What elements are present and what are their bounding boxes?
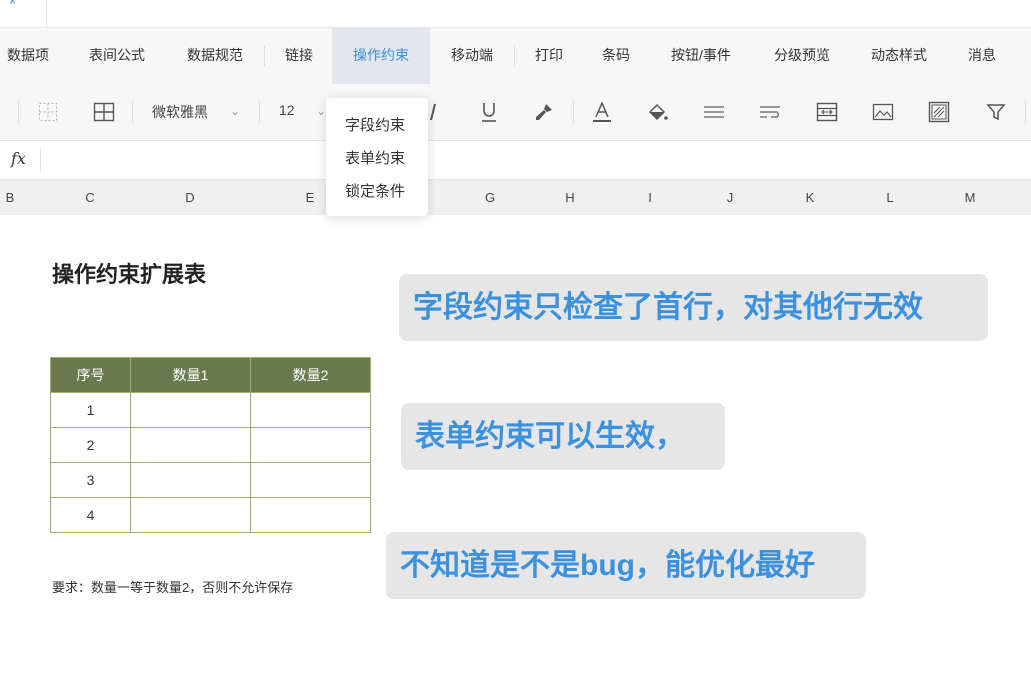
menu-item-dynamic-style[interactable]: 动态样式	[866, 28, 932, 84]
callout-bug-question: 不知道是不是bug，能优化最好	[386, 532, 866, 599]
table-header-row: 序号 数量1 数量2	[50, 357, 371, 393]
chevron-down-icon[interactable]: ⌄	[230, 104, 240, 118]
tab-strip: ×	[0, 0, 1031, 28]
format-painter-icon[interactable]	[533, 84, 555, 140]
table-cell[interactable]	[130, 392, 251, 428]
callout-text: 字段约束只检查了首行，对其他行无效	[413, 290, 923, 324]
table-cell[interactable]: 3	[50, 462, 131, 498]
table-cell[interactable]: 1	[50, 392, 131, 428]
table-cell[interactable]	[250, 427, 371, 463]
menu-divider	[514, 46, 515, 66]
column-header[interactable]: I	[640, 180, 660, 215]
column-header[interactable]: K	[800, 180, 820, 215]
column-header[interactable]: G	[480, 180, 500, 215]
font-color-icon[interactable]	[591, 84, 613, 140]
font-size-select[interactable]: 12	[279, 102, 295, 118]
table-cell[interactable]	[130, 462, 251, 498]
callout-field-constraint: 字段约束只检查了首行，对其他行无效	[399, 274, 988, 341]
frame-icon[interactable]	[927, 84, 951, 140]
menu-item-button-event[interactable]: 按钮/事件	[666, 28, 736, 84]
column-header-row: B C D E G H I J K L M	[0, 180, 1031, 215]
toolbar-divider	[259, 101, 260, 123]
column-header[interactable]: E	[300, 180, 320, 215]
merge-cells-icon[interactable]	[815, 84, 839, 140]
table-cell[interactable]	[250, 392, 371, 428]
menu-divider	[264, 46, 265, 66]
fill-color-icon[interactable]	[646, 84, 670, 140]
table-cell[interactable]	[250, 497, 371, 533]
table-header-cell[interactable]: 序号	[50, 357, 131, 393]
table-cell[interactable]	[130, 427, 251, 463]
table-row: 4	[50, 497, 371, 533]
dropdown-item-lock-condition[interactable]: 锁定条件	[345, 180, 405, 201]
table-row: 1	[50, 392, 371, 428]
chevron-down-icon[interactable]: ⌄	[316, 104, 326, 118]
toolbar-divider	[1025, 101, 1026, 123]
formula-divider	[40, 149, 41, 171]
menu-item-barcode[interactable]: 条码	[598, 28, 634, 84]
dropdown-item-form-constraint[interactable]: 表单约束	[345, 147, 405, 168]
operation-constraint-dropdown: 字段约束 表单约束 锁定条件	[326, 98, 428, 216]
close-icon[interactable]: ×	[9, 0, 16, 8]
column-header[interactable]: M	[960, 180, 980, 215]
column-header[interactable]: J	[720, 180, 740, 215]
callout-form-constraint: 表单约束可以生效，	[401, 403, 725, 470]
table-cell[interactable]: 2	[50, 427, 131, 463]
toolbar-divider	[18, 101, 19, 123]
table-grid-icon[interactable]	[92, 84, 116, 140]
cell-border-icon[interactable]	[36, 84, 60, 140]
filter-icon[interactable]	[984, 84, 1008, 140]
menu-item-operation-constraint[interactable]: 操作约束	[332, 28, 430, 84]
image-icon[interactable]	[871, 84, 895, 140]
menu-item-message[interactable]: 消息	[964, 28, 1000, 84]
requirement-note: 要求：数量一等于数量2，否则不允许保存	[52, 580, 294, 595]
constraint-table: 序号 数量1 数量2 1 2 3 4	[50, 357, 371, 533]
column-header[interactable]: C	[80, 180, 100, 215]
callout-text: 不知道是不是bug，能优化最好	[400, 548, 815, 582]
sheet-title: 操作约束扩展表	[52, 262, 207, 287]
formula-bar: fx	[0, 141, 1031, 180]
dropdown-item-field-constraint[interactable]: 字段约束	[345, 114, 405, 135]
column-header[interactable]: L	[880, 180, 900, 215]
toolbar-divider	[132, 101, 133, 123]
table-cell[interactable]	[130, 497, 251, 533]
table-header-cell[interactable]: 数量1	[130, 357, 251, 393]
align-icon[interactable]	[702, 84, 726, 140]
font-family-select[interactable]: 微软雅黑	[152, 102, 208, 122]
document-tab[interactable]: ×	[0, 0, 47, 27]
column-header[interactable]: B	[0, 180, 20, 215]
table-row: 3	[50, 462, 371, 498]
callout-text: 表单约束可以生效，	[415, 419, 685, 453]
underline-icon[interactable]	[478, 84, 500, 140]
fx-icon: fx	[11, 149, 26, 168]
menu-item-cross-table-formula[interactable]: 表间公式	[84, 28, 150, 84]
column-header[interactable]: H	[560, 180, 580, 215]
menu-item-data-rules[interactable]: 数据规范	[182, 28, 248, 84]
menu-item-data-items[interactable]: 数据项	[0, 28, 56, 84]
table-cell[interactable]	[250, 462, 371, 498]
table-header-cell[interactable]: 数量2	[250, 357, 371, 393]
toolbar: 微软雅黑 ⌄ 12 ⌄	[0, 84, 1031, 141]
table-cell[interactable]: 4	[50, 497, 131, 533]
menu-bar: 数据项 表间公式 数据规范 链接 操作约束 移动端 打印 条码 按钮/事件 分级…	[0, 28, 1031, 84]
menu-item-print[interactable]: 打印	[531, 28, 567, 84]
toolbar-divider	[573, 101, 574, 123]
column-header[interactable]: D	[180, 180, 200, 215]
menu-item-link[interactable]: 链接	[280, 28, 318, 84]
menu-item-grading-preview[interactable]: 分级预览	[770, 28, 834, 84]
menu-item-mobile[interactable]: 移动端	[446, 28, 498, 84]
table-row: 2	[50, 427, 371, 463]
wrap-text-icon[interactable]	[758, 84, 782, 140]
